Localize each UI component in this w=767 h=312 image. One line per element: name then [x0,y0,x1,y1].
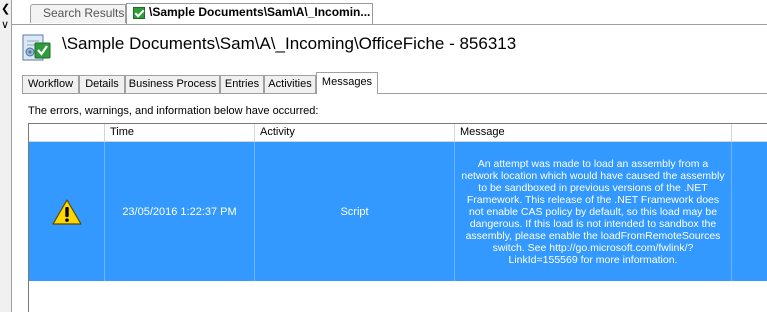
table-row[interactable]: 23/05/2016 1:22:37 PM Script An attempt … [29,142,767,281]
tab-business-process[interactable]: Business Process [125,75,220,93]
tab-label: Workflow [27,78,74,90]
tab-activities[interactable]: Activities [264,75,316,93]
green-check-icon [133,7,145,19]
grid-header: Time Activity Message [29,124,767,142]
cell-activity: Script [255,142,455,281]
column-label: Time [110,126,135,138]
document-workflow-icon [22,34,51,61]
tab-label: Business Process [128,78,217,90]
tab-label: \Sample Documents\Sam\A\_Incomin... [149,5,371,19]
tab-messages[interactable]: Messages [316,72,378,94]
left-panel-strip: ❮ ∨ [0,0,12,312]
column-header-message[interactable]: Message [455,124,732,141]
tab-divider [22,93,767,94]
tab-details[interactable]: Details [79,75,125,93]
cell-time: 23/05/2016 1:22:37 PM [105,142,255,281]
tab-label: Details [85,78,119,90]
warning-icon [51,198,82,225]
column-header-time[interactable]: Time [105,124,255,141]
tab-label: Entries [224,78,260,90]
tab-label: Search Results [43,6,125,20]
message-value: An attempt was made to load an assembly … [461,157,725,266]
tabstrip-divider [11,24,767,25]
column-header-activity[interactable]: Activity [255,124,455,141]
tab-search-results[interactable]: Search Results [30,4,126,23]
page-title: \Sample Documents\Sam\A\_Incoming\Office… [62,34,517,53]
cell-message: An attempt was made to load an assembly … [455,142,732,281]
tab-label: Activities [268,78,312,90]
tab-label: Messages [321,76,373,88]
messages-grid[interactable]: Time Activity Message 23/05/2016 1:22:37… [28,123,767,312]
column-label: Activity [260,126,295,138]
activity-value: Script [340,205,369,218]
tab-workflow[interactable]: Workflow [22,75,79,93]
info-text: The errors, warnings, and information be… [28,105,319,117]
tab-entries[interactable]: Entries [220,75,264,93]
chevron-down-icon[interactable]: ∨ [1,20,9,31]
time-value: 23/05/2016 1:22:37 PM [122,205,237,218]
cell-icon [29,142,105,281]
column-header-icon[interactable] [29,124,105,141]
tab-document[interactable]: \Sample Documents\Sam\A\_Incomin... [126,3,373,24]
chevron-left-icon[interactable]: ❮ [1,4,10,15]
column-label: Message [460,126,505,138]
